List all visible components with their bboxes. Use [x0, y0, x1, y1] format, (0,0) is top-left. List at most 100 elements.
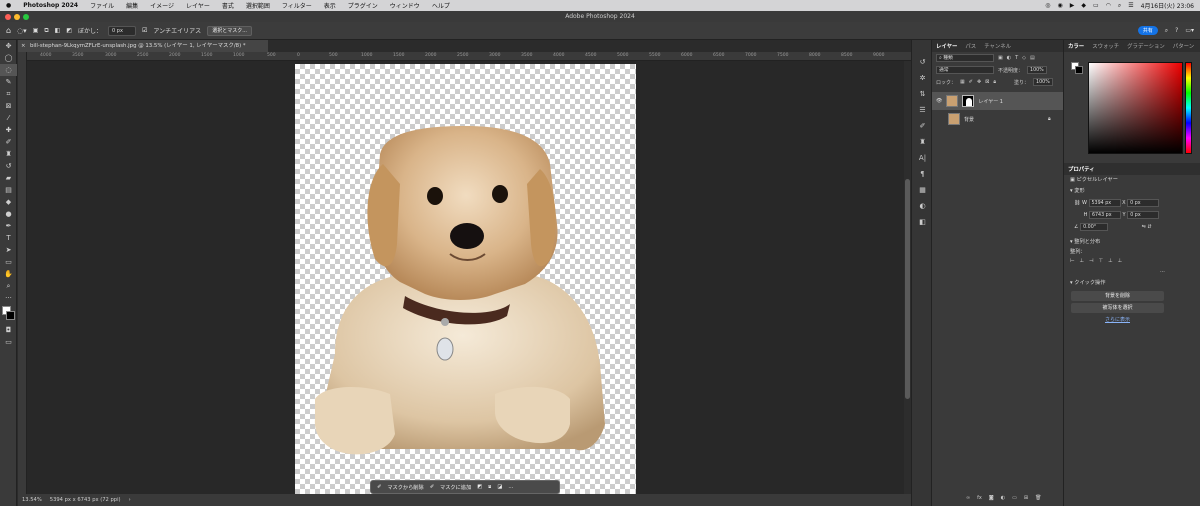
align-more-icon[interactable]: ···: [1064, 267, 1200, 278]
clone-stamp-tool-icon[interactable]: ♜: [0, 148, 17, 160]
layer-name[interactable]: レイヤー 1: [978, 98, 1003, 105]
filter-shape-icon[interactable]: ◇: [1022, 55, 1026, 61]
wifi-icon[interactable]: ◠: [1106, 2, 1111, 9]
background-swatch[interactable]: [1075, 66, 1083, 74]
width-input[interactable]: 5394 px: [1088, 199, 1121, 207]
antialias-checkbox[interactable]: ☑: [142, 27, 147, 34]
lasso-tool-icon[interactable]: ◌: [0, 64, 17, 76]
help-icon[interactable]: ?: [1175, 27, 1178, 34]
x-input[interactable]: 0 px: [1127, 199, 1160, 207]
y-input[interactable]: 0 px: [1127, 211, 1160, 219]
filter-pixel-icon[interactable]: ▣: [998, 55, 1003, 61]
clone-source-icon[interactable]: ♜: [912, 134, 933, 150]
apple-icon[interactable]: ●: [0, 2, 17, 9]
workspace-icon[interactable]: ▭▾: [1185, 27, 1194, 34]
eye-icon[interactable]: 👁︎: [936, 98, 942, 104]
dodge-tool-icon[interactable]: ●: [0, 208, 17, 220]
align-center-h-icon[interactable]: ⊥: [1080, 258, 1090, 264]
properties-icon[interactable]: ✲: [912, 70, 933, 86]
menu-app[interactable]: Photoshop 2024: [17, 2, 84, 9]
menu-file[interactable]: ファイル: [84, 1, 120, 10]
color-picker-field[interactable]: [1088, 62, 1183, 154]
select-and-mask-button[interactable]: 選択とマスク...: [207, 25, 252, 36]
menu-type[interactable]: 書式: [216, 1, 240, 10]
gradient-tool-icon[interactable]: ▤: [0, 184, 17, 196]
link-layers-icon[interactable]: ∞: [966, 495, 970, 501]
close-tab-icon[interactable]: ×: [21, 40, 26, 52]
minimize-window-button[interactable]: [14, 14, 20, 20]
hue-slider[interactable]: [1185, 62, 1192, 154]
blur-tool-icon[interactable]: ◆: [0, 196, 17, 208]
search-icon[interactable]: ⌕: [1165, 27, 1168, 35]
intersect-selection-icon[interactable]: ◩: [66, 27, 72, 34]
filter-type-icon[interactable]: T: [1015, 55, 1018, 61]
more-tools-icon[interactable]: ···: [0, 292, 17, 304]
menu-image[interactable]: イメージ: [144, 1, 180, 10]
new-selection-icon[interactable]: ▣: [33, 27, 39, 34]
group-icon[interactable]: ▭: [1012, 495, 1017, 501]
character-icon[interactable]: A|: [912, 150, 933, 166]
adjustment-layer-icon[interactable]: ◐: [1001, 495, 1005, 501]
hand-tool-icon[interactable]: ✋: [0, 268, 17, 280]
menu-select[interactable]: 選択範囲: [240, 1, 276, 10]
move-tool-icon[interactable]: ✥: [0, 40, 17, 52]
properties-title[interactable]: プロパティ: [1068, 165, 1095, 173]
frame-tool-icon[interactable]: ⊠: [0, 100, 17, 112]
glyphs-icon[interactable]: ▦: [912, 182, 933, 198]
tab-channels[interactable]: チャンネル: [984, 42, 1011, 50]
align-middle-icon[interactable]: ⊥: [1108, 258, 1118, 264]
fill-input[interactable]: 100%: [1033, 78, 1053, 86]
transform-section-header[interactable]: ▾ 変形: [1064, 186, 1200, 197]
layer-mask-thumbnail[interactable]: [962, 95, 975, 107]
tab-color[interactable]: カラー: [1068, 42, 1084, 50]
vertical-scrollbar[interactable]: [904, 61, 911, 494]
menu-window[interactable]: ウィンドウ: [384, 1, 426, 10]
lock-transparency-icon[interactable]: ▦: [960, 79, 965, 85]
search-icon[interactable]: ⌕: [1118, 2, 1121, 10]
lock-artboard-icon[interactable]: ⊠: [985, 79, 989, 85]
quick-selection-tool-icon[interactable]: ✎: [0, 76, 17, 88]
align-top-icon[interactable]: ⊤: [1099, 258, 1109, 264]
align-section-header[interactable]: ▾ 整列と分布: [1064, 237, 1200, 248]
lock-all-icon[interactable]: 🔒︎: [993, 79, 996, 85]
color-swatches[interactable]: [0, 304, 17, 324]
align-left-icon[interactable]: ⊢: [1070, 258, 1080, 264]
opacity-input[interactable]: 100%: [1027, 66, 1047, 74]
eraser-tool-icon[interactable]: ▰: [0, 172, 17, 184]
navigator-icon[interactable]: ◐: [912, 198, 933, 214]
scroll-thumb[interactable]: [905, 179, 910, 399]
lock-position-icon[interactable]: ✥: [977, 79, 981, 85]
creative-cloud-icon[interactable]: ◎: [1045, 2, 1050, 9]
feather-input[interactable]: 0 px: [108, 25, 137, 36]
menu-plugins[interactable]: プラグイン: [342, 1, 384, 10]
layer-filter-select[interactable]: ⌕ 種類: [936, 54, 994, 62]
close-window-button[interactable]: [5, 14, 11, 20]
path-selection-tool-icon[interactable]: ➤: [0, 244, 17, 256]
control-center-icon[interactable]: ☰: [1128, 2, 1133, 9]
menu-help[interactable]: ヘルプ: [426, 1, 456, 10]
delete-mask-icon[interactable]: ◪: [497, 484, 502, 490]
screen-mode-icon[interactable]: ▭: [0, 336, 17, 348]
add-to-mask-button[interactable]: マスクに追加: [440, 484, 471, 491]
tab-patterns[interactable]: パターン: [1173, 42, 1194, 50]
brush-tool-icon[interactable]: ✐: [0, 136, 17, 148]
maximize-window-button[interactable]: [23, 14, 29, 20]
show-more-link[interactable]: さらに表示: [1064, 316, 1171, 323]
clock[interactable]: 4月16日(火) 23:06: [1141, 1, 1194, 10]
record-icon[interactable]: ◉: [1057, 2, 1062, 9]
paragraph-icon[interactable]: ¶: [912, 166, 933, 182]
align-bottom-icon[interactable]: ⊥: [1118, 258, 1128, 264]
menu-layer[interactable]: レイヤー: [180, 1, 216, 10]
chain-icon[interactable]: ⛓: [1074, 200, 1080, 206]
lock-pixels-icon[interactable]: ✐: [969, 79, 973, 85]
eyedropper-tool-icon[interactable]: ⁄: [0, 112, 17, 124]
dropbox-icon[interactable]: ◆: [1081, 2, 1086, 9]
select-subject-button[interactable]: 被写体を選択: [1071, 303, 1164, 313]
add-mask-icon[interactable]: ◙: [989, 495, 994, 501]
add-selection-icon[interactable]: ⧉: [44, 27, 48, 35]
crop-tool-icon[interactable]: ⌗: [0, 88, 17, 100]
libraries-icon[interactable]: ☰: [912, 102, 933, 118]
tab-gradients[interactable]: グラデーション: [1127, 42, 1165, 50]
subtract-selection-icon[interactable]: ◧: [55, 27, 61, 34]
menu-edit[interactable]: 編集: [120, 1, 144, 10]
